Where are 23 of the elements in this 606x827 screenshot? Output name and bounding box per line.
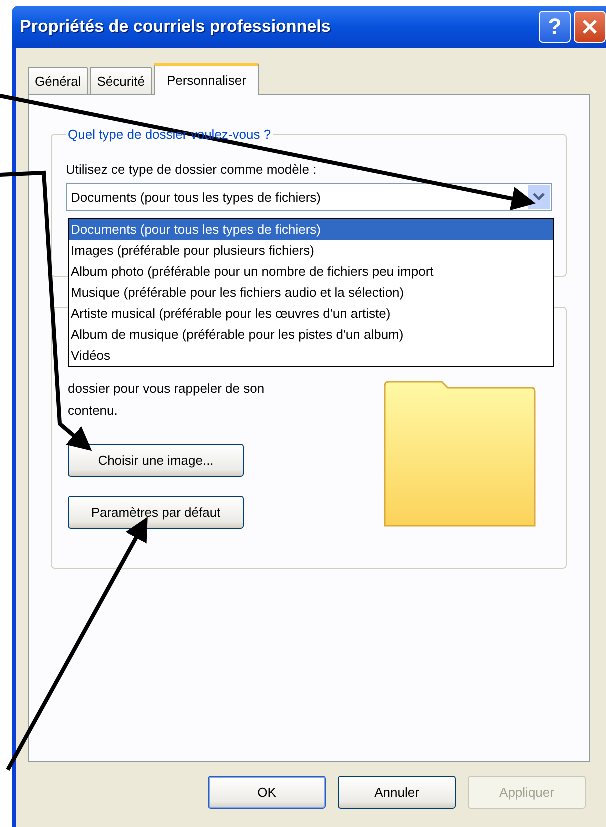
- dropdown-option[interactable]: Images (préférable pour plusieurs fichiers): [69, 240, 553, 261]
- dropdown-option[interactable]: Album photo (préférable pour un nombre de fichiers peu import: [69, 261, 553, 282]
- panel-button[interactable]: Paramètres par défaut: [68, 496, 244, 529]
- field-label: Utilisez ce type de dossier comme modèle :: [66, 162, 317, 177]
- close-icon: [581, 18, 599, 36]
- dropdown-option[interactable]: Album de musique (préférable pour les pistes d'un album): [69, 324, 553, 345]
- close-button[interactable]: [574, 11, 606, 43]
- tab[interactable]: Général: [28, 67, 88, 94]
- description-text: dossier pour vous rappeler de son: [68, 380, 265, 398]
- group-title: Quel type de dossier voulez-vous ?: [67, 127, 272, 142]
- window-title: Propriétés de courriels professionnels: [19, 17, 332, 37]
- dropdown-option[interactable]: Documents (pour tous les types de fichiers): [69, 219, 553, 240]
- panel-button[interactable]: Choisir une image...: [68, 444, 244, 477]
- dialog-button[interactable]: OK: [208, 776, 326, 809]
- dropdown-option[interactable]: Musique (préférable pour les fichiers audio et la sélection): [69, 282, 553, 303]
- description-text: contenu.: [68, 402, 119, 420]
- tab[interactable]: Personnaliser: [154, 63, 260, 95]
- help-button[interactable]: ?: [539, 11, 571, 43]
- dropdown-option[interactable]: Vidéos: [69, 345, 553, 366]
- dialog-button[interactable]: Annuler: [338, 776, 456, 809]
- tab[interactable]: Sécurité: [90, 67, 152, 94]
- dropdown-option[interactable]: Artiste musical (préférable pour les œuvres d'un artiste): [69, 303, 553, 324]
- folder-type-dropdown[interactable]: Documents (pour tous les types de fichiers): [66, 183, 552, 211]
